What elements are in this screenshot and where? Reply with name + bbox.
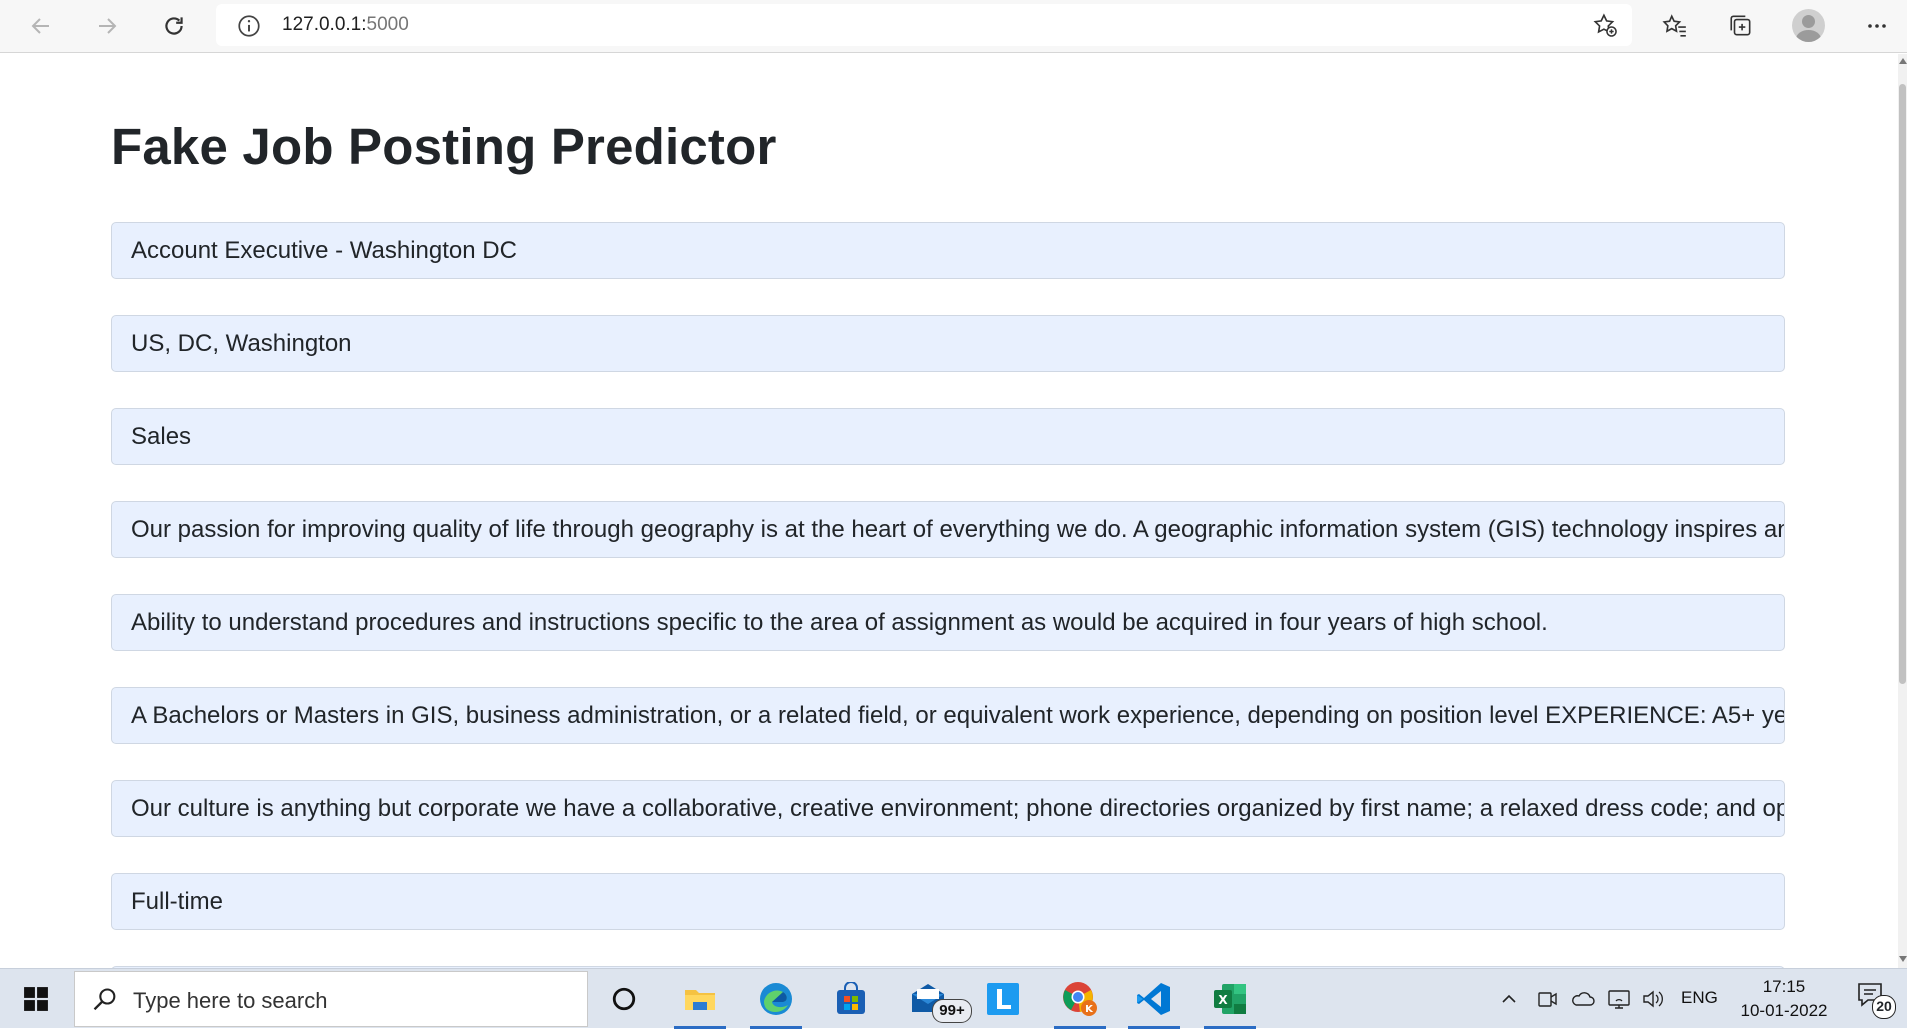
url-text[interactable]: 127.0.0.1:5000 (282, 15, 409, 35)
folder-icon (685, 990, 715, 1010)
edge-browser-button[interactable] (746, 975, 806, 1029)
windows-logo-icon (24, 987, 48, 1011)
forward-button[interactable] (88, 8, 126, 44)
info-icon[interactable] (236, 13, 262, 39)
browser-toolbar: 127.0.0.1:5000 (0, 0, 1907, 53)
svg-text:X: X (1218, 993, 1228, 1007)
chrome-profile-icon: K (1063, 982, 1097, 1016)
url-port: 5000 (366, 14, 409, 35)
microsoft-store-button[interactable] (821, 975, 881, 1023)
requirements-field[interactable]: A Bachelors or Masters in GIS, business … (111, 687, 1785, 744)
speaker-icon (1643, 990, 1663, 1008)
search-icon (93, 988, 116, 1011)
back-button[interactable] (22, 8, 60, 44)
meet-now-button[interactable] (1532, 969, 1562, 1029)
location-field[interactable]: US, DC, Washington (111, 315, 1785, 372)
search-placeholder: Type here to search (133, 988, 328, 1013)
volume-button[interactable] (1638, 969, 1668, 1029)
vscode-button[interactable] (1124, 975, 1184, 1029)
clock-date: 10-01-2022 (1740, 1001, 1828, 1020)
more-horizontal-icon (1868, 24, 1886, 28)
department-field[interactable]: Sales (111, 408, 1785, 465)
address-bar[interactable]: 127.0.0.1:5000 (216, 4, 1632, 46)
action-center-button[interactable]: 20 (1856, 981, 1896, 1021)
star-add-icon (1593, 13, 1617, 37)
clock-time: 17:15 (1762, 977, 1806, 996)
job-title-field[interactable]: Account Executive - Washington DC (111, 222, 1785, 279)
letter-l-app-icon (987, 983, 1019, 1015)
onedrive-button[interactable] (1566, 969, 1600, 1029)
store-bag-icon (837, 982, 865, 1014)
notification-count-badge: 20 (1872, 995, 1896, 1019)
page-title: Fake Job Posting Predictor (111, 118, 777, 175)
scroll-up-arrow[interactable] (1899, 58, 1907, 64)
windows-taskbar: Type here to search 99+ K X ENG 17:15 10… (0, 968, 1907, 1029)
collections-icon (1730, 15, 1751, 36)
settings-more-button[interactable] (1858, 8, 1896, 44)
favorites-button[interactable] (1656, 8, 1694, 44)
chrome-button[interactable]: K (1050, 975, 1110, 1029)
cortana-circle-icon (612, 987, 636, 1011)
svg-text:K: K (1085, 1004, 1094, 1015)
scroll-thumb[interactable] (1899, 84, 1906, 684)
file-explorer-button[interactable] (670, 975, 730, 1029)
taskbar-search[interactable]: Type here to search (74, 971, 588, 1027)
add-favorite-button[interactable] (1586, 7, 1624, 43)
mail-button[interactable]: 99+ (898, 975, 972, 1023)
profile-avatar[interactable] (1792, 9, 1825, 42)
clock[interactable]: 17:15 10-01-2022 (1732, 975, 1836, 1023)
meet-camera-icon (1538, 992, 1557, 1007)
avatar-head (1802, 15, 1815, 28)
network-button[interactable] (1604, 969, 1634, 1029)
excel-icon: X (1214, 984, 1246, 1014)
language-indicator[interactable]: ENG (1681, 988, 1718, 1008)
cortana-button[interactable] (594, 975, 654, 1023)
description-field[interactable]: Ability to understand procedures and ins… (111, 594, 1785, 651)
l-app-button[interactable] (973, 975, 1033, 1023)
refresh-icon (165, 17, 183, 35)
start-button[interactable] (16, 981, 56, 1017)
scroll-down-arrow[interactable] (1899, 956, 1907, 962)
chevron-up-icon (1502, 994, 1516, 1003)
benefits-field[interactable]: Our culture is anything but corporate we… (111, 780, 1785, 837)
url-host: 127.0.0.1: (282, 14, 367, 35)
favorites-icon (1662, 14, 1686, 37)
page-scrollbar[interactable] (1898, 54, 1907, 968)
company-profile-field[interactable]: Our passion for improving quality of lif… (111, 501, 1785, 558)
mail-unread-badge: 99+ (932, 999, 972, 1023)
collections-button[interactable] (1722, 8, 1760, 44)
page-viewport: Fake Job Posting Predictor Account Execu… (0, 54, 1898, 968)
arrow-right-icon (99, 18, 117, 34)
excel-button[interactable]: X (1200, 975, 1260, 1029)
avatar-shoulders (1796, 30, 1821, 42)
vscode-icon (1137, 983, 1170, 1015)
cloud-icon (1572, 992, 1595, 1006)
show-hidden-icons-button[interactable] (1494, 969, 1524, 1029)
edge-icon (760, 983, 792, 1015)
network-monitor-icon (1608, 990, 1630, 1009)
arrow-left-icon (31, 18, 49, 34)
refresh-button[interactable] (155, 8, 193, 44)
employment-type-field[interactable]: Full-time (111, 873, 1785, 930)
